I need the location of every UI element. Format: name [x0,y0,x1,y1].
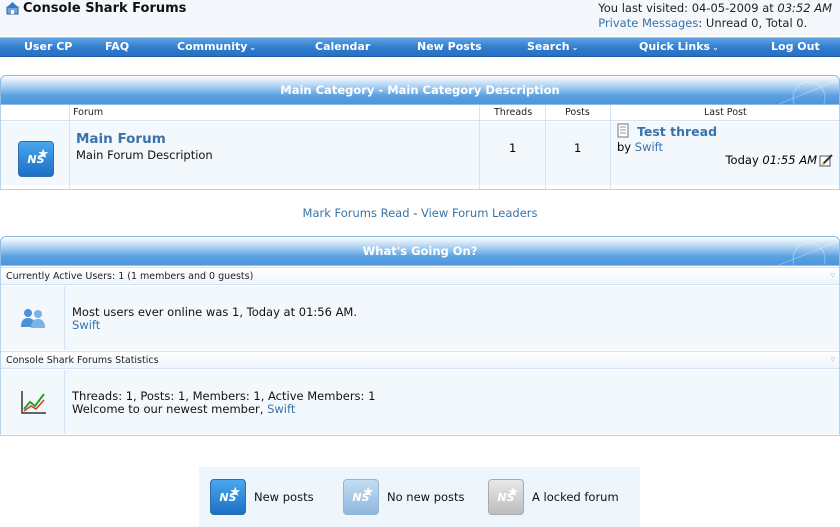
forum-post-count: 1 [574,141,582,155]
column-divider [69,122,70,185]
last-visited-date: 04-05-2009 at [691,1,774,15]
nav-faq[interactable]: FAQ [105,40,129,53]
star-icon: ★ [507,485,519,500]
column-last-post: Last Post [704,107,747,118]
site-title[interactable]: Console Shark Forums [6,1,186,16]
forum-links: Mark Forums Read - View Forum Leaders [0,206,840,220]
category-header[interactable]: Main Category - Main Category Descriptio… [0,75,840,105]
whats-going-on-title[interactable]: What's Going On? [363,244,478,258]
visit-info: You last visited: 04-05-2009 at 03:52 AM… [598,1,832,31]
statistics-row: Threads: 1, Posts: 1, Members: 1, Active… [1,370,839,434]
collapse-icon[interactable]: ▿ [830,352,835,369]
mark-forums-read-link[interactable]: Mark Forums Read [303,206,410,220]
last-post-title-link[interactable]: Test thread [637,124,717,139]
forum-description: Main Forum Description [76,148,213,162]
icon-legend: NS ★ New posts NS ★ No new posts NS ★ A loc… [199,467,640,527]
link-separator: - [413,206,418,220]
table-header-row: Forum Threads Posts Last Post [1,105,839,121]
chevron-down-icon: ⌄ [571,43,579,52]
nav-quick-links[interactable]: Quick Links ⌄ [639,40,719,53]
newest-member-link[interactable]: Swift [267,402,295,416]
star-icon: ★ [37,147,49,162]
column-threads: Threads [494,107,533,118]
users-icon [21,309,45,328]
go-to-last-post-icon[interactable] [819,154,833,167]
forum-table: Forum Threads Posts Last Post NS ★ Main F… [0,105,840,190]
column-divider [545,122,546,185]
active-users-row: Most users ever online was 1, Today at 0… [1,286,839,350]
whats-going-on-box: Currently Active Users: 1 (1 members and… [0,266,840,436]
nav-user-cp[interactable]: User CP [24,40,72,53]
column-divider [610,122,611,185]
active-user-link[interactable]: Swift [72,318,100,332]
forum-title-link[interactable]: Main Forum [76,131,166,147]
document-icon [617,123,629,138]
last-visited-label: You last visited: [598,1,689,15]
nav-calendar[interactable]: Calendar [315,40,370,53]
pm-status: : Unread 0, Total 0. [698,16,808,30]
forum-thread-count: 1 [509,141,517,155]
statistics-header[interactable]: Console Shark Forums Statistics ▿ [1,351,839,369]
legend-no-new-posts: NS ★ No new posts [343,479,465,515]
legend-new-posts: NS ★ New posts [210,479,314,515]
star-icon: ★ [362,485,374,500]
forum-status-new-icon: NS ★ [210,479,246,515]
forum-status-locked-icon: NS ★ [488,479,524,515]
view-forum-leaders-link[interactable]: View Forum Leaders [421,206,537,220]
nav-community[interactable]: Community ⌄ [177,40,256,53]
icon-cell [1,370,65,434]
forum-status-new-icon: NS ★ [18,141,54,177]
category-title[interactable]: Main Category - Main Category Descriptio… [280,83,559,97]
page-header: Console Shark Forums You last visited: 0… [0,0,840,36]
decoration-icon [778,240,839,265]
star-icon: ★ [229,485,241,500]
icon-cell [1,286,65,350]
nav-new-posts[interactable]: New Posts [417,40,482,53]
legend-locked: NS ★ A locked forum [488,479,619,515]
navbar: User CP FAQ Community ⌄ Calendar New Post… [0,37,840,57]
chevron-down-icon: ⌄ [712,43,719,52]
last-visited-time: 03:52 AM [777,1,832,15]
chart-icon [21,391,46,414]
forum-status-old-icon: NS ★ [343,479,379,515]
active-users-text: Most users ever online was 1, Today at 0… [72,305,358,332]
private-messages-link[interactable]: Private Messages [598,16,698,30]
home-icon [6,2,19,15]
chevron-down-icon: ⌄ [249,43,257,52]
decoration-icon [778,79,839,104]
nav-log-out[interactable]: Log Out [771,40,820,53]
column-forum: Forum [73,107,104,118]
last-post-by: by Swift [617,140,664,154]
collapse-icon[interactable]: ▿ [830,268,835,285]
site-title-text[interactable]: Console Shark Forums [23,1,186,16]
whats-going-on-header[interactable]: What's Going On? [0,236,840,266]
column-posts: Posts [565,107,590,118]
active-users-header[interactable]: Currently Active Users: 1 (1 members and… [1,267,839,285]
last-post-user-link[interactable]: Swift [635,140,663,154]
statistics-text: Threads: 1, Posts: 1, Members: 1, Active… [72,389,376,416]
column-divider [479,122,480,185]
nav-search[interactable]: Search ⌄ [527,40,578,53]
last-post-date: Today 01:55 AM [725,153,817,167]
